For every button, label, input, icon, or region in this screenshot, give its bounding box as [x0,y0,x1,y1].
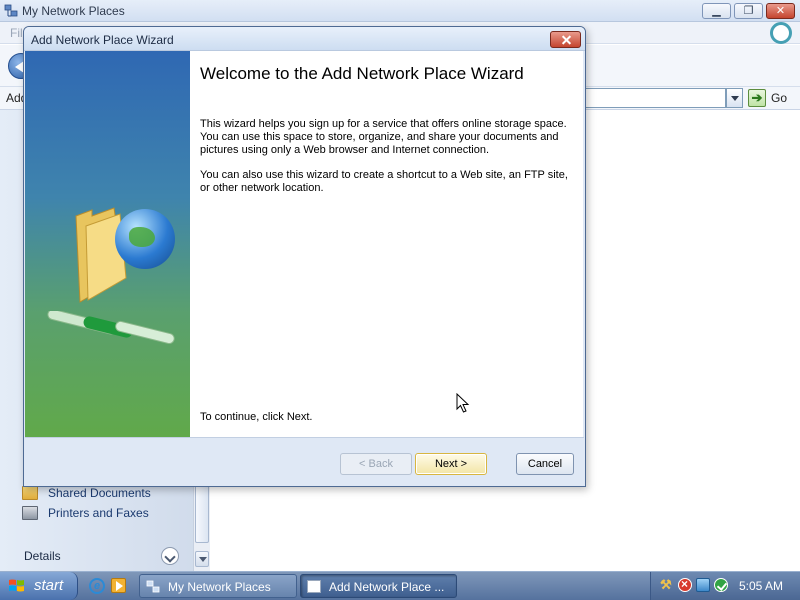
mouse-cursor-icon [456,393,470,413]
network-places-icon [4,4,18,17]
next-button[interactable]: Next > [415,453,487,475]
start-button[interactable]: start [0,572,78,600]
close-button[interactable] [550,31,581,48]
network-cable-icon [47,311,175,345]
internet-explorer-icon[interactable]: e [89,578,105,594]
taskbar-item-add-network-place[interactable]: Add Network Place ... [300,574,457,598]
wizard-button-bar: < Back Next > Cancel [25,437,584,486]
restore-button[interactable]: ❐ [734,3,763,19]
folder-icon [22,486,38,500]
network-places-icon [146,580,160,593]
back-button[interactable]: < Back [340,453,412,475]
tools-icon[interactable]: ⚒ [660,578,674,592]
system-tray: ⚒ 5:05 AM [650,572,800,600]
windows-throbber-icon [770,22,792,44]
wizard-description: This wizard helps you sign up for a serv… [200,118,567,156]
network-icon[interactable] [696,578,710,592]
update-icon[interactable] [714,578,728,592]
start-label: start [34,577,64,594]
task-link-shared-documents[interactable]: Shared Documents [22,485,192,503]
go-arrow-icon[interactable]: ➔ [748,89,766,107]
task-link-label: Printers and Faxes [48,506,149,520]
security-alert-icon[interactable] [678,577,692,592]
cancel-button[interactable]: Cancel [516,453,574,475]
explorer-titlebar: My Network Places ▁ ❐ ✕ [0,0,800,22]
task-link-printers-faxes[interactable]: Printers and Faxes [22,505,192,523]
minimize-button[interactable]: ▁ [702,3,731,19]
wizard-title: Add Network Place Wizard [31,33,174,47]
address-input[interactable] [580,88,726,108]
go-button[interactable]: Go [771,91,787,105]
taskbar-item-my-network-places[interactable]: My Network Places [139,574,297,598]
windows-logo-icon [9,579,24,592]
printer-icon [22,506,38,520]
clock[interactable]: 5:05 AM [739,579,783,593]
explorer-close-button[interactable]: ✕ [766,3,795,19]
menu-file[interactable]: Fil [10,26,23,40]
wizard-description-secondary: You can also use this wizard to create a… [200,169,568,194]
taskbar-item-label: Add Network Place ... [329,580,445,594]
wizard-content: Welcome to the Add Network Place Wizard … [190,51,583,437]
wizard-continue-hint: To continue, click Next. [200,411,313,423]
media-player-icon[interactable] [111,578,126,593]
address-dropdown-button[interactable] [726,88,743,108]
wizard-titlebar[interactable]: Add Network Place Wizard [24,27,585,51]
task-link-label: Shared Documents [48,486,151,500]
add-network-place-wizard: Add Network Place Wizard Welcome to the … [23,26,586,487]
taskbar-item-label: My Network Places [168,580,271,594]
scroll-down-arrow-icon[interactable] [195,551,209,567]
details-section-title: Details [24,549,61,563]
window-icon [307,580,321,593]
wizard-banner [25,51,190,437]
wizard-heading: Welcome to the Add Network Place Wizard [200,64,524,83]
globe-icon [115,209,175,269]
chevron-down-icon[interactable] [161,547,179,565]
taskbar: start e My Network Places Add Network Pl… [0,571,800,600]
explorer-title: My Network Places [22,4,125,18]
